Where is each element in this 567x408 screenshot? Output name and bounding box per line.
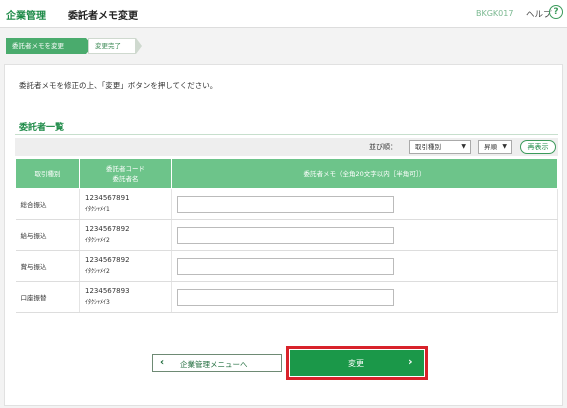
- cell-memo: [171, 250, 558, 282]
- change-button-label: 変更: [348, 359, 364, 368]
- help-icon[interactable]: ?: [549, 5, 563, 19]
- section-title: 企業管理: [6, 11, 46, 22]
- table-row: 口座振替 1234567893 ｲﾀｸｼｬﾒｲ3: [15, 281, 558, 313]
- back-to-menu-button[interactable]: ‹ 企業管理メニューへ: [152, 354, 282, 372]
- consignor-code: 1234567892: [85, 256, 130, 264]
- consignor-code: 1234567891: [85, 194, 130, 202]
- col-header-type: 取引種別: [15, 158, 80, 189]
- app-header: 企業管理 委託者メモ変更 BKGK017 ヘルプ ?: [0, 0, 567, 28]
- col-header-code: 委託者コード 委託者名: [79, 158, 172, 189]
- table-header-row: 取引種別 委託者コード 委託者名 委託者メモ（全角20文字以内［半角可］）: [15, 158, 558, 189]
- section-divider: [15, 134, 558, 135]
- cell-type: 給与振込: [15, 219, 80, 251]
- chevron-right-icon: ›: [408, 355, 413, 368]
- col-header-memo: 委託者メモ（全角20文字以内［半角可］）: [171, 158, 558, 189]
- refresh-button[interactable]: 再表示: [520, 140, 556, 154]
- memo-input[interactable]: [177, 226, 394, 244]
- cell-type: 口座振替: [15, 281, 80, 313]
- step-current: 委託者メモを変更: [6, 38, 86, 54]
- change-button[interactable]: 変更 ›: [290, 350, 424, 376]
- memo-input[interactable]: [177, 288, 394, 306]
- sort-field-select[interactable]: 取引種別 ▼: [409, 140, 471, 154]
- memo-input[interactable]: [177, 195, 394, 213]
- step-next: 変更完了: [88, 38, 136, 54]
- cell-type: 賞与振込: [15, 250, 80, 282]
- main-panel: 委託者メモを修正の上、「変更」ボタンを押してください。 委託者一覧 並び順： 取…: [4, 64, 563, 406]
- list-section-title: 委託者一覧: [19, 123, 65, 133]
- page-title: 委託者メモ変更: [68, 11, 138, 22]
- cell-memo: [171, 281, 558, 313]
- sort-order-select[interactable]: 昇順 ▼: [478, 140, 512, 154]
- back-button-label: 企業管理メニューへ: [180, 360, 248, 369]
- cell-code: 1234567893 ｲﾀｸｼｬﾒｲ3: [79, 281, 172, 313]
- cell-code: 1234567892 ｲﾀｸｼｬﾒｲ2: [79, 250, 172, 282]
- sort-order-value: 昇順: [484, 143, 497, 151]
- memo-input[interactable]: [177, 257, 394, 275]
- consignor-name: ｲﾀｸｼｬﾒｲ3: [85, 299, 110, 306]
- cell-type: 総合振込: [15, 188, 80, 220]
- consignor-code: 1234567892: [85, 225, 130, 233]
- consignor-table: 取引種別 委託者コード 委託者名 委託者メモ（全角20文字以内［半角可］） 総合…: [15, 158, 558, 313]
- consignor-code: 1234567893: [85, 287, 130, 295]
- table-row: 総合振込 1234567891 ｲﾀｸｼｬﾒｲ1: [15, 188, 558, 220]
- screen-code: BKGK017: [476, 9, 514, 18]
- table-row: 賞与振込 1234567892 ｲﾀｸｼｬﾒｲ2: [15, 250, 558, 282]
- table-row: 給与振込 1234567892 ｲﾀｸｼｬﾒｲ2: [15, 219, 558, 251]
- cell-code: 1234567892 ｲﾀｸｼｬﾒｲ2: [79, 219, 172, 251]
- step-arrow-icon: [136, 38, 142, 54]
- consignor-name: ｲﾀｸｼｬﾒｲ2: [85, 268, 110, 275]
- sort-label: 並び順：: [369, 143, 397, 151]
- cell-memo: [171, 219, 558, 251]
- caret-down-icon: ▼: [461, 143, 466, 150]
- sort-field-value: 取引種別: [415, 143, 441, 151]
- caret-down-icon: ▼: [502, 143, 507, 150]
- col-header-code-line1: 委託者コード: [106, 164, 145, 173]
- consignor-name: ｲﾀｸｼｬﾒｲ1: [85, 206, 110, 213]
- col-header-code-line2: 委託者名: [112, 174, 139, 183]
- sort-bar: 並び順： 取引種別 ▼ 昇順 ▼ 再表示: [15, 138, 558, 156]
- chevron-left-icon: ‹: [160, 357, 165, 368]
- cell-memo: [171, 188, 558, 220]
- instruction-text: 委託者メモを修正の上、「変更」ボタンを押してください。: [19, 81, 218, 90]
- consignor-name: ｲﾀｸｼｬﾒｲ2: [85, 237, 110, 244]
- help-link[interactable]: ヘルプ: [526, 8, 552, 20]
- cell-code: 1234567891 ｲﾀｸｼｬﾒｲ1: [79, 188, 172, 220]
